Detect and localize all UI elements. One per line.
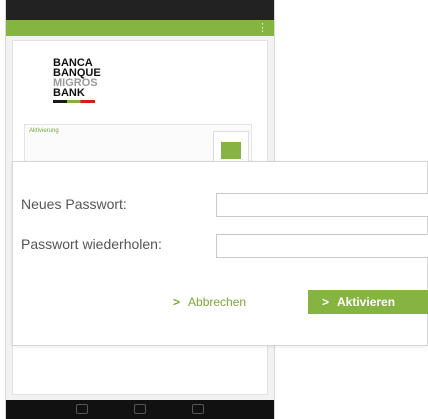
- chevron-right-icon: >: [322, 295, 330, 309]
- activation-card: Aktivierung: [24, 124, 252, 165]
- new-password-label: Neues Passwort:: [21, 196, 127, 212]
- home-icon[interactable]: [134, 404, 146, 414]
- bank-logo: BANCA BANQUE MIGROS BANK: [53, 58, 123, 103]
- back-icon[interactable]: [76, 404, 88, 414]
- password-dialog: Neues Passwort: Passwort wiederholen: > A…: [12, 161, 428, 346]
- card-title: Aktivierung: [29, 128, 59, 134]
- app-bar: ⋮: [6, 20, 274, 36]
- activate-button[interactable]: > Aktivieren: [308, 290, 428, 314]
- logo-line-4: BANK: [53, 87, 85, 99]
- new-password-field[interactable]: [216, 193, 428, 217]
- android-nav-bar: [6, 400, 274, 419]
- green-square-icon: [221, 142, 241, 159]
- recents-icon[interactable]: [192, 404, 204, 414]
- status-bar: [6, 0, 274, 20]
- repeat-password-field[interactable]: [216, 234, 428, 258]
- activate-label: Aktivieren: [337, 295, 396, 309]
- cancel-button[interactable]: > Abbrechen: [173, 292, 246, 312]
- repeat-password-label: Passwort wiederholen:: [21, 236, 162, 252]
- cancel-label: Abbrechen: [188, 295, 247, 309]
- logo-color-bar: [53, 100, 95, 103]
- card-tile: [213, 131, 249, 165]
- overflow-menu-icon[interactable]: ⋮: [257, 21, 268, 35]
- chevron-right-icon: >: [173, 295, 181, 309]
